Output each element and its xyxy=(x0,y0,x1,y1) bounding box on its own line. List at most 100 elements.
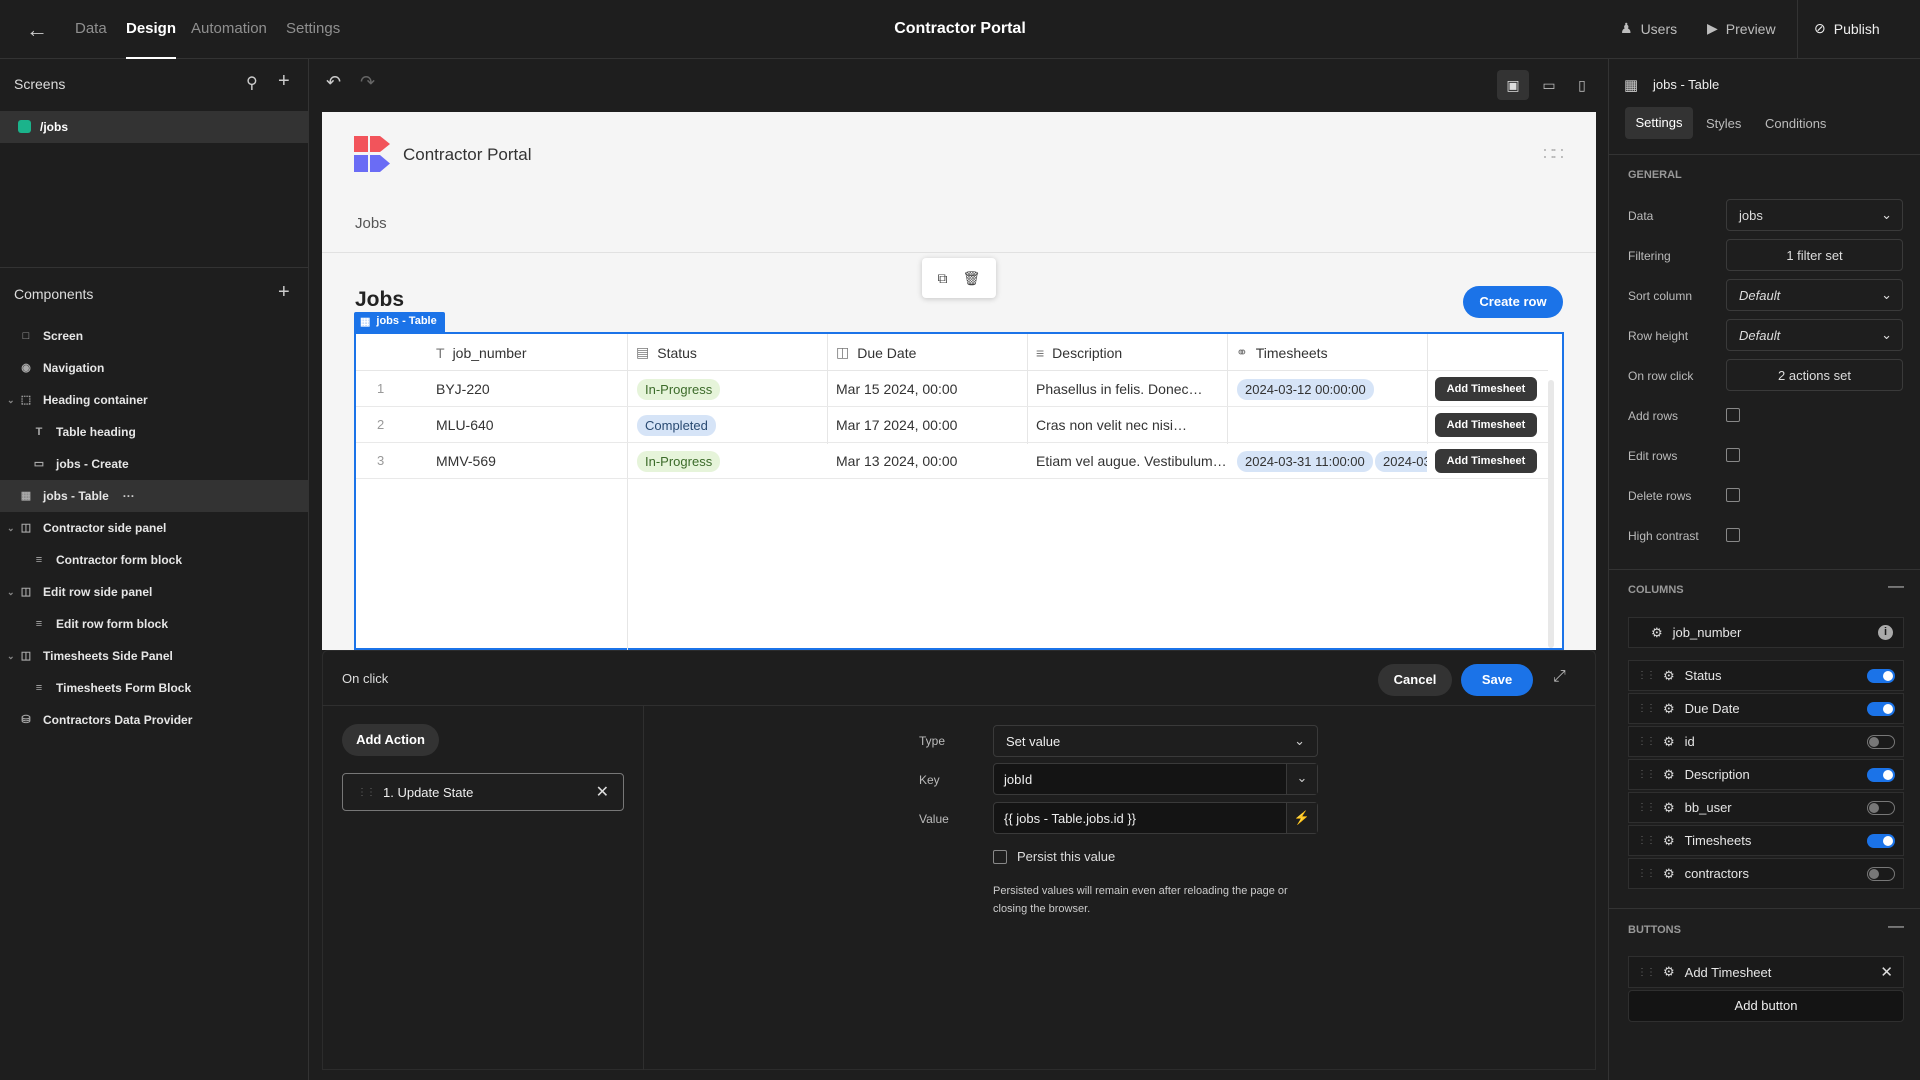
tab-automation[interactable]: Automation xyxy=(191,20,267,37)
component-item[interactable]: T Table heading xyxy=(0,416,308,448)
drag-handle-icon[interactable]: ⋮⋮ xyxy=(357,787,376,798)
data-select[interactable]: jobs ⌄ xyxy=(1726,199,1903,231)
gear-icon[interactable]: ⚙ xyxy=(1663,701,1675,717)
nav-link-jobs[interactable]: Jobs xyxy=(355,215,387,232)
tab-styles[interactable]: Styles xyxy=(1706,116,1741,131)
publish-button[interactable]: ⊘ Publish xyxy=(1814,20,1880,37)
column-header-status[interactable]: ▤ Status xyxy=(636,334,697,371)
close-icon[interactable]: ✕ xyxy=(596,782,609,802)
chevron-down-icon[interactable]: ⌄ xyxy=(7,651,15,662)
search-icon[interactable]: ⚲ xyxy=(246,73,258,93)
screen-item-jobs[interactable]: /jobs xyxy=(0,111,308,143)
gear-icon[interactable]: ⚙ xyxy=(1651,625,1663,641)
on-row-click-button[interactable]: 2 actions set xyxy=(1726,359,1903,391)
column-header-description[interactable]: ≡ Description xyxy=(1036,334,1122,371)
column-visibility-toggle[interactable] xyxy=(1867,866,1895,881)
component-item[interactable]: ◉ Navigation xyxy=(0,352,308,384)
chevron-down-icon[interactable]: ⌄ xyxy=(7,587,15,598)
drag-handle-icon[interactable]: ⋮⋮ xyxy=(1637,868,1656,879)
column-setting-row[interactable]: ⋮⋮ ⚙ contractors xyxy=(1628,858,1904,889)
add-screen-icon[interactable]: + xyxy=(278,70,290,93)
chevron-down-icon[interactable]: ⌄ xyxy=(1286,764,1317,794)
row-height-select[interactable]: Default ⌄ xyxy=(1726,319,1903,351)
mobile-view-icon[interactable]: ▯ xyxy=(1571,70,1593,100)
action-item[interactable]: ⋮⋮ 1. Update State ✕ xyxy=(342,773,624,811)
add-action-button[interactable]: Add Action xyxy=(342,724,439,756)
component-item[interactable]: ⌄ ◫ Timesheets Side Panel xyxy=(0,640,308,672)
column-visibility-toggle[interactable] xyxy=(1867,767,1895,782)
chevron-down-icon[interactable]: ⌄ xyxy=(7,523,15,534)
drag-handle-icon[interactable]: ⋮⋮ xyxy=(1637,736,1656,747)
tab-data[interactable]: Data xyxy=(75,20,107,37)
gear-icon[interactable]: ⚙ xyxy=(1663,734,1675,750)
delete-icon[interactable]: 🗑 xyxy=(963,270,981,287)
desktop-view-icon[interactable]: ▣ xyxy=(1497,70,1529,100)
add-timesheet-button[interactable]: Add Timesheet xyxy=(1435,449,1537,473)
sort-column-select[interactable]: Default ⌄ xyxy=(1726,279,1903,311)
component-item-selected[interactable]: ▦ jobs - Table ··· xyxy=(0,480,308,512)
column-setting-row[interactable]: ⋮⋮ ⚙ id xyxy=(1628,726,1904,757)
drag-handle-icon[interactable]: ⋮⋮ xyxy=(1637,670,1656,681)
gear-icon[interactable]: ⚙ xyxy=(1663,800,1675,816)
value-field[interactable]: {{ jobs - Table.jobs.id }} ⚡ xyxy=(993,802,1318,834)
grid-menu-icon[interactable]: ∷∷ xyxy=(1543,144,1564,165)
column-visibility-toggle[interactable] xyxy=(1867,833,1895,848)
tab-settings[interactable]: Settings xyxy=(286,20,340,37)
component-item[interactable]: ⌄ ◫ Contractor side panel xyxy=(0,512,308,544)
component-item[interactable]: ▭ jobs - Create xyxy=(0,448,308,480)
add-component-icon[interactable]: + xyxy=(278,281,290,304)
drag-handle-icon[interactable]: ⋮⋮ xyxy=(1637,769,1656,780)
drag-handle-icon[interactable]: ⋮⋮ xyxy=(1637,967,1656,978)
column-visibility-toggle[interactable] xyxy=(1867,800,1895,815)
filtering-button[interactable]: 1 filter set xyxy=(1726,239,1903,271)
drag-handle-icon[interactable]: ⋮⋮ xyxy=(1637,802,1656,813)
component-item[interactable]: ≡ Contractor form block xyxy=(0,544,308,576)
button-setting-row[interactable]: ⋮⋮ ⚙ Add Timesheet ✕ xyxy=(1628,956,1904,988)
column-setting-row[interactable]: ⋮⋮ ⚙ Due Date xyxy=(1628,693,1904,724)
add-timesheet-button[interactable]: Add Timesheet xyxy=(1435,377,1537,401)
tab-conditions[interactable]: Conditions xyxy=(1765,116,1826,131)
component-item[interactable]: ≡ Timesheets Form Block xyxy=(0,672,308,704)
close-icon[interactable]: ✕ xyxy=(1880,963,1893,981)
gear-icon[interactable]: ⚙ xyxy=(1663,668,1675,684)
save-button[interactable]: Save xyxy=(1461,664,1533,696)
gear-icon[interactable]: ⚙ xyxy=(1663,964,1675,980)
back-arrow-icon[interactable]: ← xyxy=(26,18,50,42)
column-setting-row[interactable]: ⋮⋮ ⚙ Status xyxy=(1628,660,1904,691)
column-visibility-toggle[interactable] xyxy=(1867,668,1895,683)
component-item[interactable]: ⌄ ◫ Edit row side panel xyxy=(0,576,308,608)
column-visibility-toggle[interactable] xyxy=(1867,734,1895,749)
gear-icon[interactable]: ⚙ xyxy=(1663,767,1675,783)
high-contrast-checkbox[interactable] xyxy=(1726,528,1740,542)
edit-rows-checkbox[interactable] xyxy=(1726,448,1740,462)
add-rows-checkbox[interactable] xyxy=(1726,408,1740,422)
column-header-due-date[interactable]: ◫ Due Date xyxy=(836,334,916,371)
component-item[interactable]: ⌄ ⬚ Heading container xyxy=(0,384,308,416)
component-item[interactable]: □ Screen xyxy=(0,320,308,352)
column-setting-row[interactable]: ⚙ job_number i xyxy=(1628,617,1904,648)
create-row-button[interactable]: Create row xyxy=(1463,286,1563,318)
component-item[interactable]: ≡ Edit row form block xyxy=(0,608,308,640)
preview-button[interactable]: ▶ Preview xyxy=(1707,20,1776,37)
drag-handle-icon[interactable]: ⋮⋮ xyxy=(1637,835,1656,846)
gear-icon[interactable]: ⚙ xyxy=(1663,833,1675,849)
table-scrollbar[interactable] xyxy=(1548,380,1554,648)
tablet-view-icon[interactable]: ▭ xyxy=(1538,70,1560,100)
column-setting-row[interactable]: ⋮⋮ ⚙ Timesheets xyxy=(1628,825,1904,856)
cancel-button[interactable]: Cancel xyxy=(1378,664,1452,696)
delete-rows-checkbox[interactable] xyxy=(1726,488,1740,502)
duplicate-icon[interactable]: ⧉ xyxy=(938,270,948,287)
chevron-down-icon[interactable]: ⌄ xyxy=(7,395,15,406)
column-setting-row[interactable]: ⋮⋮ ⚙ Description xyxy=(1628,759,1904,790)
column-visibility-toggle[interactable] xyxy=(1867,701,1895,716)
redo-icon[interactable]: ↷ xyxy=(360,72,375,93)
column-setting-row[interactable]: ⋮⋮ ⚙ bb_user xyxy=(1628,792,1904,823)
users-button[interactable]: ♟ Users xyxy=(1620,20,1677,37)
tab-settings[interactable]: Settings xyxy=(1625,107,1693,139)
more-icon[interactable]: ··· xyxy=(123,489,135,503)
gear-icon[interactable]: ⚙ xyxy=(1663,866,1675,882)
key-field[interactable]: jobId ⌄ xyxy=(993,763,1318,795)
column-header-job-number[interactable]: Tjob_number xyxy=(436,334,527,371)
component-item[interactable]: ⛁ Contractors Data Provider xyxy=(0,704,308,736)
type-select[interactable]: Set value ⌄ xyxy=(993,725,1318,757)
